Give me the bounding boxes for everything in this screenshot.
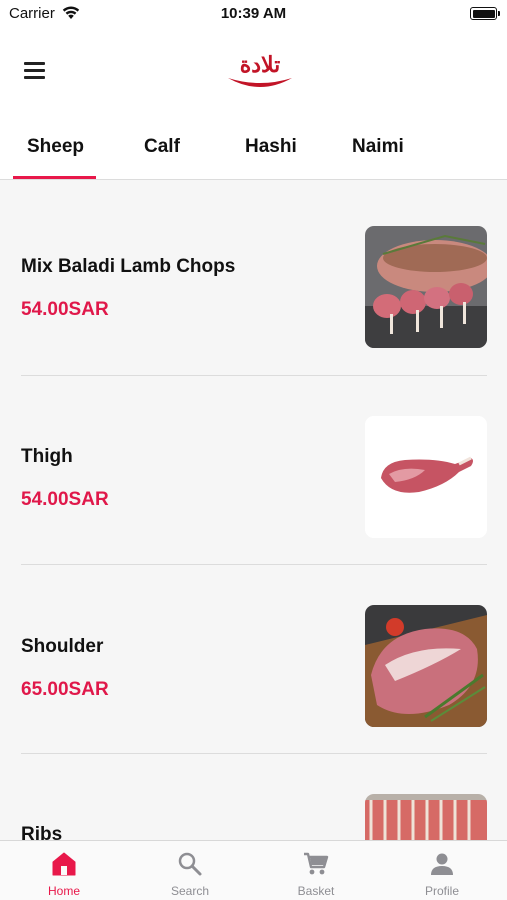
tab-naimi[interactable]: Naimi [352,136,404,158]
active-tab-indicator [13,176,96,179]
shoulder-image [365,605,487,727]
menu-line-icon [24,69,45,72]
nav-basket-label: Basket [297,884,335,898]
product-item[interactable]: Ribs [0,747,507,840]
product-name: Shoulder [21,636,104,657]
profile-icon [431,853,453,875]
ribs-image [365,794,487,840]
brand-logo: تلادة [222,52,298,94]
nav-home[interactable]: Home [1,841,127,900]
clock: 10:39 AM [220,5,287,22]
product-item[interactable]: Thigh 54.00SAR [0,369,507,558]
status-bar: Carrier 10:39 AM [0,0,507,30]
nav-home-label: Home [47,884,80,898]
product-price: 65.00SAR [21,679,109,700]
tab-sheep[interactable]: Sheep [27,136,84,158]
app-header: تلادة [0,30,507,114]
tab-hashi[interactable]: Hashi [245,136,297,158]
home-icon [52,852,76,876]
product-name: Mix Baladi Lamb Chops [21,256,236,277]
product-list: Mix Baladi Lamb Chops 54.00SAR Thigh 54.… [0,180,507,840]
product-name: Thigh [21,446,73,467]
product-item[interactable]: Mix Baladi Lamb Chops 54.00SAR [0,180,507,369]
nav-profile-label: Profile [424,884,459,898]
search-icon [178,852,202,876]
thigh-image [365,416,487,538]
cart-icon [304,852,329,875]
menu-line-icon [24,62,45,65]
nav-profile[interactable]: Profile [379,841,505,900]
nav-search-label: Search [170,884,210,898]
category-tabs: Sheep Calf Hashi Naimi [0,114,507,180]
bottom-nav: Home Search Basket Profile [0,840,507,900]
nav-search[interactable]: Search [127,841,253,900]
menu-line-icon [24,76,45,79]
product-price: 54.00SAR [21,489,109,510]
menu-button[interactable] [22,61,48,81]
product-price: 54.00SAR [21,299,109,320]
product-name: Ribs [21,824,63,840]
tab-calf[interactable]: Calf [144,136,180,158]
product-item[interactable]: Shoulder 65.00SAR [0,558,507,747]
battery-icon [470,7,500,20]
logo-swoosh-icon [228,78,292,87]
lamb-chops-image [365,226,487,348]
nav-basket[interactable]: Basket [253,841,379,900]
